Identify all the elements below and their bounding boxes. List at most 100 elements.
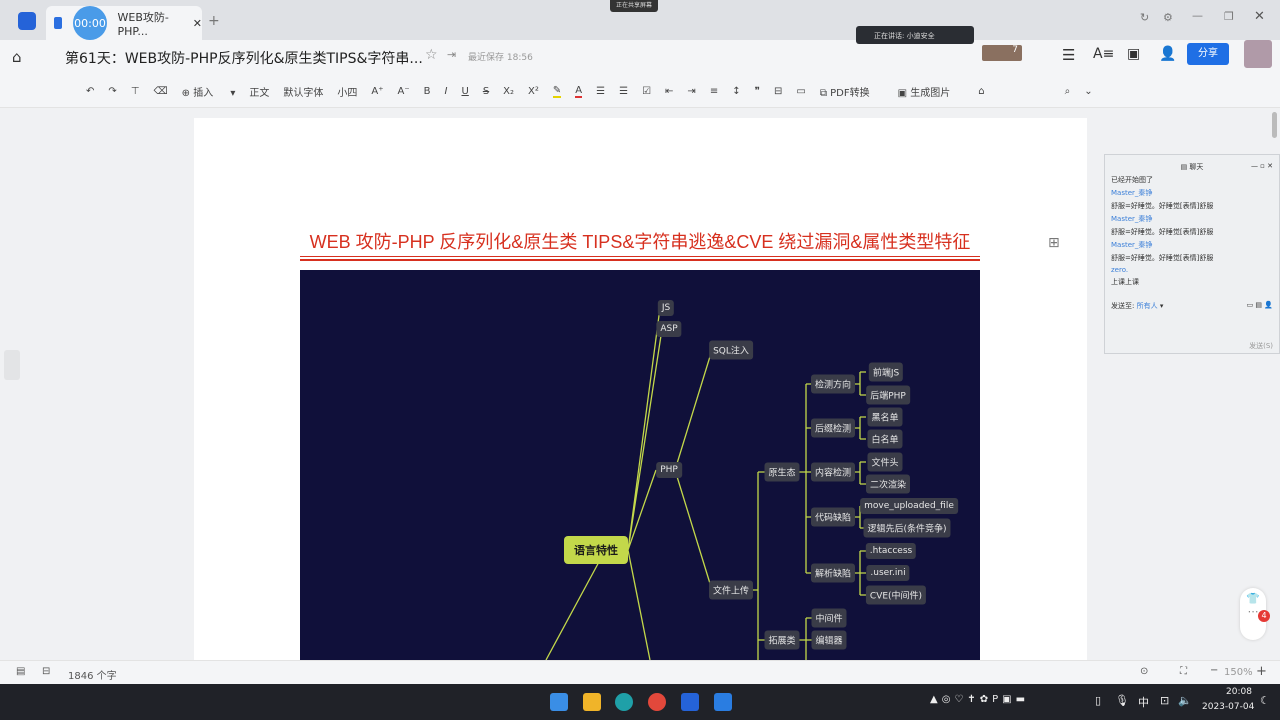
speaking-indicator: 正在讲话: 小迪安全 (856, 26, 974, 44)
pdf-convert-button[interactable]: ⧉ PDF转换 (820, 84, 884, 99)
network-icon[interactable]: ⊡ (1160, 694, 1169, 707)
start-icon[interactable] (550, 693, 568, 711)
new-tab-button[interactable]: + (208, 13, 220, 29)
clock-date[interactable]: 2023-07-04 (1202, 702, 1254, 712)
mindmap-node: 编辑器 (811, 630, 847, 650)
sync-icon[interactable]: ↻ (1140, 11, 1149, 24)
divider-icon[interactable]: ⊟ (774, 86, 782, 97)
chrome-icon[interactable] (648, 693, 666, 711)
document-heading[interactable]: WEB 攻防-PHP 反序列化&原生类 TIPS&字符串逃逸&CVE 绕过漏洞&… (300, 228, 980, 254)
paragraph-style-select[interactable]: 正文 (249, 84, 269, 99)
chat-tools-icons[interactable]: ▭ ▤ 👤 (1247, 301, 1273, 309)
fullscreen-icon[interactable]: ⛶ (1180, 666, 1187, 677)
close-tab-icon[interactable]: ✕ (193, 17, 202, 30)
chat-input[interactable] (1111, 314, 1273, 338)
decrease-font-icon[interactable]: A⁻ (398, 86, 410, 97)
font-select[interactable]: 默认字体 (283, 84, 323, 99)
mindmap-node: ASP (656, 321, 682, 337)
document-title[interactable]: 第61天：WEB攻防-PHP反序列化&原生类TIPS&字符串... (65, 48, 423, 68)
microphone-icon[interactable]: 🎙 (1115, 694, 1129, 707)
document-tab[interactable]: WEB攻防-PHP... ✕ (46, 6, 202, 40)
volume-icon[interactable]: 🔈 (1178, 694, 1192, 707)
line-spacing-icon[interactable]: ↕ (732, 86, 740, 97)
scrollbar-thumb[interactable] (1272, 112, 1277, 138)
zoom-level[interactable]: 150% (1224, 667, 1253, 678)
night-mode-icon[interactable]: ☾ (1260, 694, 1270, 707)
increase-font-icon[interactable]: A⁺ (371, 86, 383, 97)
user-avatar[interactable] (1244, 40, 1272, 68)
present-icon[interactable]: ▣ (1127, 46, 1140, 62)
undo-icon[interactable]: ↶ (86, 86, 94, 97)
bold-icon[interactable]: B (424, 86, 431, 97)
share-button[interactable]: 分享 (1187, 43, 1229, 65)
gen-image-label: 生成图片 (910, 88, 951, 99)
checklist-icon[interactable]: ☑ (642, 86, 651, 97)
numbered-list-icon[interactable]: ☰ (619, 86, 628, 97)
clock-time[interactable]: 20:08 (1226, 687, 1252, 697)
status-bar: ▤ ⊟ 1846 个字 ⊙ ⛶ − 150% + (0, 660, 1280, 684)
insert-button[interactable]: ⊕ 插入 ▾ (182, 84, 236, 99)
menu-icon[interactable]: ☰ (1062, 46, 1075, 64)
page-layout-icon[interactable]: ⊟ (42, 666, 50, 677)
home-icon[interactable]: ⌂ (12, 48, 22, 66)
meeting-app-icon[interactable] (714, 693, 732, 711)
collaborate-icon[interactable]: 👤 (1159, 46, 1176, 62)
mindmap-node: 后缀检测 (810, 418, 856, 438)
chat-window-controls[interactable]: — ▫ ✕ (1251, 162, 1273, 170)
bullet-list-icon[interactable]: ☰ (596, 86, 605, 97)
usb-icon[interactable]: ▯ (1095, 694, 1101, 707)
collapse-icon[interactable]: ⌄ (1084, 86, 1092, 97)
recording-timer[interactable]: 00:00 (73, 6, 107, 40)
doc-icon (54, 17, 62, 29)
ime-indicator[interactable]: 中 (1138, 694, 1149, 710)
mindmap-node: 文件头 (867, 452, 903, 472)
tray-icons[interactable]: ▲◎♡✝✿P▣▬ (930, 694, 1029, 705)
close-window-button[interactable]: ✕ (1254, 9, 1265, 24)
taskbar: ▲◎♡✝✿P▣▬ ▯ 🎙 中 ⊡ 🔈 20:08 2023-07-04 ☾ (0, 684, 1280, 720)
outline-icon[interactable]: ▤ (16, 666, 25, 677)
page-icon[interactable]: ▭ (796, 86, 805, 97)
font-color-icon[interactable]: A (575, 85, 583, 98)
search-icon[interactable]: ⌕ (1065, 86, 1071, 97)
star-icon[interactable]: ☆ (425, 47, 438, 63)
plugin-icon[interactable]: ⌂ (978, 86, 984, 97)
subscript-icon[interactable]: X₂ (503, 86, 514, 97)
mindmap-node: PHP (656, 462, 682, 478)
send-to-select[interactable]: 所有人 (1137, 302, 1158, 310)
outdent-icon[interactable]: ⇤ (665, 86, 673, 97)
format-painter-icon[interactable]: ⊤ (131, 86, 140, 97)
play-icon[interactable]: ⊙ (1140, 666, 1148, 677)
app-logo-icon[interactable] (18, 12, 36, 30)
zoom-out-button[interactable]: − (1210, 665, 1218, 676)
generate-image-button[interactable]: ▣ 生成图片 (898, 84, 965, 99)
underline-icon[interactable]: U (461, 86, 468, 97)
italic-icon[interactable]: I (445, 86, 448, 97)
text-style-icon[interactable]: A≡ (1093, 46, 1114, 62)
superscript-icon[interactable]: X² (528, 86, 539, 97)
outline-toggle[interactable] (4, 350, 20, 380)
send-button[interactable]: 发送(S) (1111, 341, 1273, 351)
move-icon[interactable]: ⇥ (447, 48, 456, 61)
mindmap-node: 白名单 (867, 429, 903, 449)
mindmap-image[interactable]: 语言特性 JS ASP SQL注入 PHP 文件上传 原生态 拓展类 检测方向 … (300, 270, 980, 660)
add-comment-icon[interactable]: ⊞ (1048, 235, 1060, 251)
clear-format-icon[interactable]: ⌫ (154, 86, 168, 97)
minimize-button[interactable]: — (1192, 9, 1203, 22)
redo-icon[interactable]: ↷ (108, 86, 116, 97)
file-explorer-icon[interactable] (583, 693, 601, 711)
strikethrough-icon[interactable]: S (483, 86, 489, 97)
chat-message: 上课上课 (1111, 278, 1139, 286)
edge-icon[interactable] (615, 693, 633, 711)
settings-icon[interactable]: ⚙ (1163, 11, 1173, 24)
quote-icon[interactable]: ❞ (755, 86, 760, 97)
screen-share-banner: 正在共享屏幕 (610, 0, 659, 12)
docs-app-icon[interactable] (681, 693, 699, 711)
zoom-in-button[interactable]: + (1256, 664, 1267, 679)
maximize-button[interactable]: ❐ (1224, 10, 1234, 23)
word-count[interactable]: 1846 个字 (68, 667, 117, 682)
indent-icon[interactable]: ⇥ (687, 86, 695, 97)
font-size-select[interactable]: 小四 (337, 84, 357, 99)
align-icon[interactable]: ≡ (710, 86, 718, 97)
collaborators-avatars[interactable]: 7 (982, 45, 1022, 61)
highlight-icon[interactable]: ✎ (552, 85, 562, 98)
